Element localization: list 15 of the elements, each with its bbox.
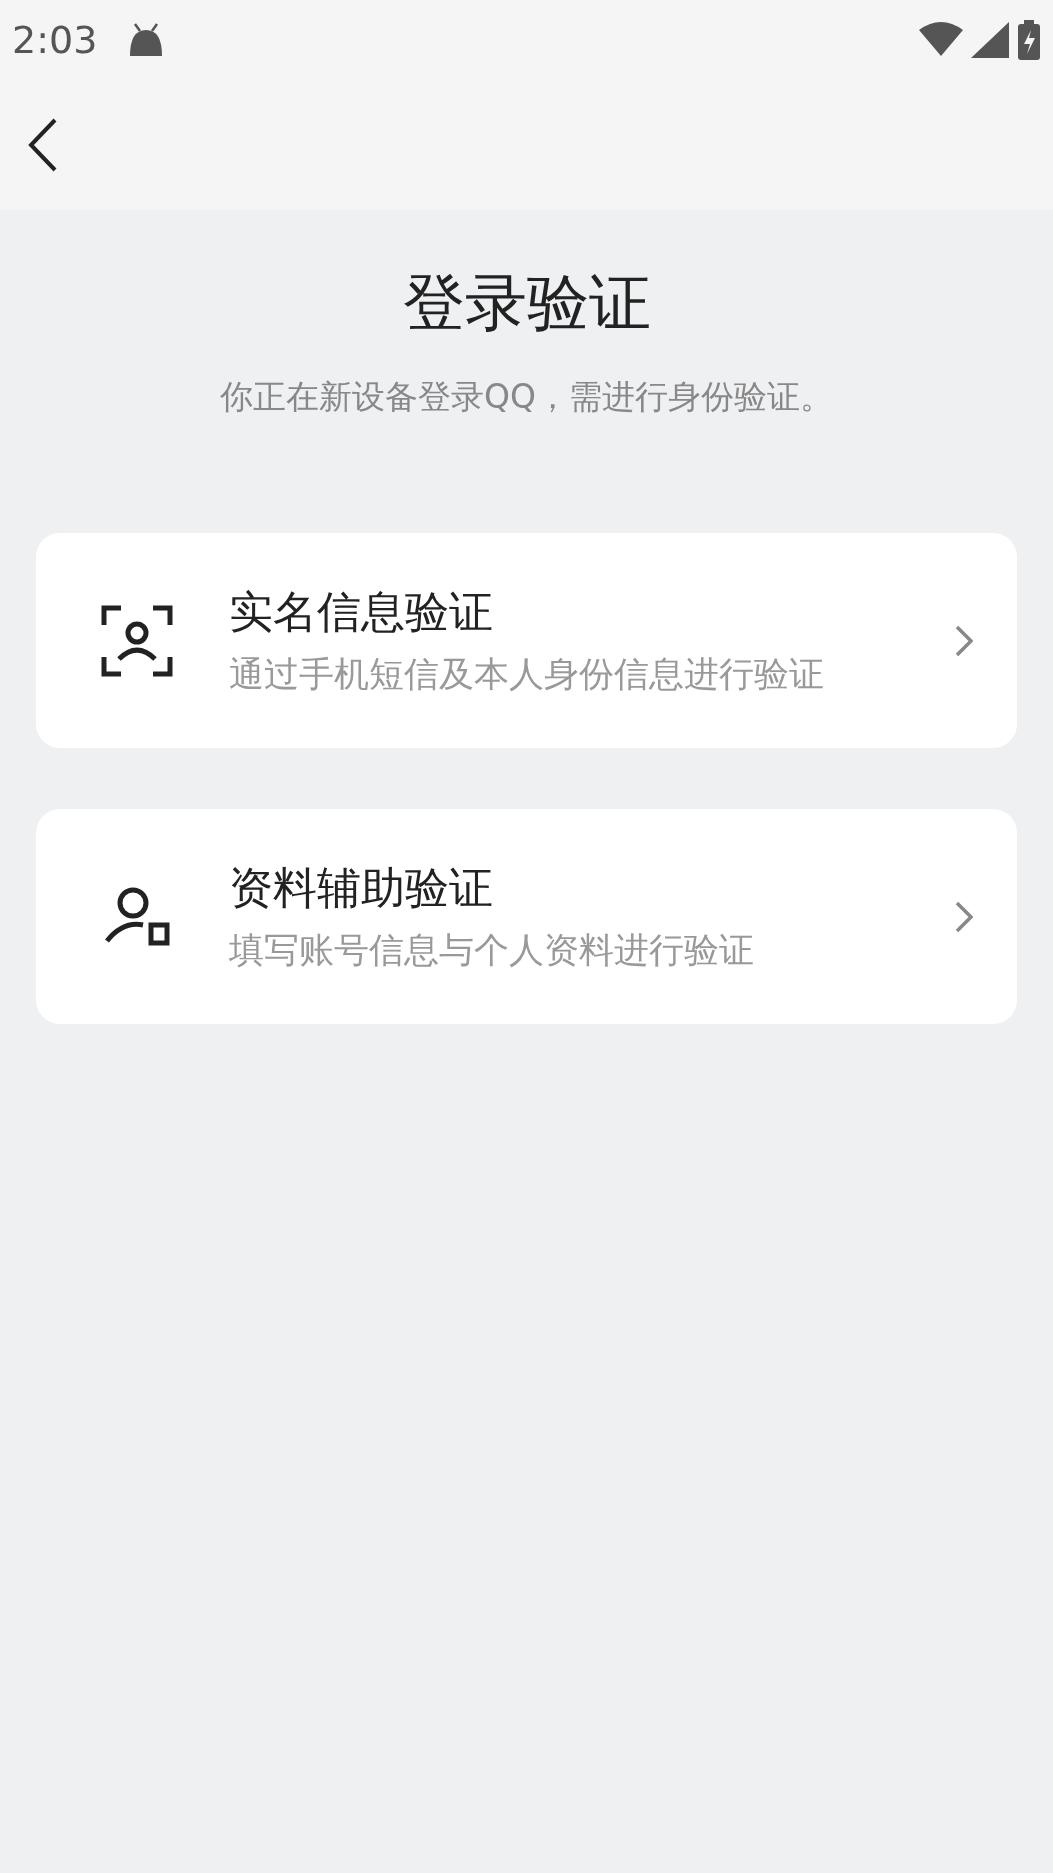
verification-option-card[interactable]: 资料辅助验证 填写账号信息与个人资料进行验证 [36,809,1017,1024]
option-title: 实名信息验证 [229,585,494,640]
option-title: 资料辅助验证 [229,861,494,916]
option-description: 填写账号信息与个人资料进行验证 [229,929,755,973]
status-time: 2:03 [12,16,98,64]
verification-option-card[interactable]: 实名信息验证 通过手机短信及本人身份信息进行验证 [36,533,1017,748]
chevron-right-icon [955,624,973,657]
wifi-icon [919,22,963,58]
face-scan-icon [101,604,173,677]
option-description: 通过手机短信及本人身份信息进行验证 [229,653,825,697]
chevron-right-icon [955,900,973,933]
page-title: 登录验证 [402,265,651,341]
signal-icon [971,22,1009,58]
page-subtitle: 你正在新设备登录QQ，需进行身份验证。 [220,375,833,418]
battery-icon [1017,20,1041,60]
